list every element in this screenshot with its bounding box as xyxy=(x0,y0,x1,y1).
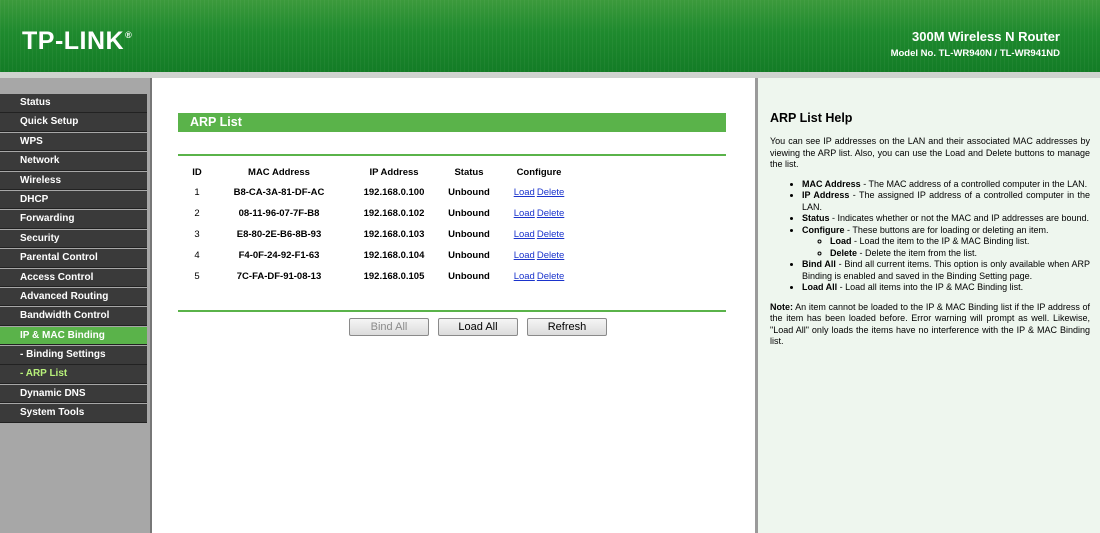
help-subitem-delete: Delete - Delete the item from the list. xyxy=(830,248,1090,260)
row-ip: 192.168.0.105 xyxy=(363,271,425,282)
column-header-status: Status xyxy=(454,166,484,178)
row-id: 2 xyxy=(194,208,200,219)
delete-link[interactable]: Delete xyxy=(537,187,564,198)
column-header-ip: IP Address xyxy=(369,166,419,178)
sidebar-item-security[interactable]: Security xyxy=(0,229,147,249)
row-configure: Load Delete xyxy=(496,224,582,245)
model-number: Model No. TL-WR940N / TL-WR941ND xyxy=(890,48,1060,59)
table-row: 3 E8-80-2E-B6-8B-93 192.168.0.103 Unboun… xyxy=(182,224,582,245)
row-configure: Load Delete xyxy=(496,245,582,266)
table-row: 5 7C-FA-DF-91-08-13 192.168.0.105 Unboun… xyxy=(182,266,582,287)
sidebar-item-wps[interactable]: WPS xyxy=(0,132,147,152)
load-link[interactable]: Load xyxy=(514,250,535,261)
row-ip: 192.168.0.100 xyxy=(363,187,425,198)
load-link[interactable]: Load xyxy=(514,187,535,198)
page-title: ARP List xyxy=(178,113,726,132)
table-row: 2 08-11-96-07-7F-B8 192.168.0.102 Unboun… xyxy=(182,203,582,224)
delete-link[interactable]: Delete xyxy=(537,271,564,282)
help-list: MAC Address - The MAC address of a contr… xyxy=(770,179,1090,294)
row-configure: Load Delete xyxy=(496,182,582,203)
load-link[interactable]: Load xyxy=(514,271,535,282)
sidebar-item-quick-setup[interactable]: Quick Setup xyxy=(0,113,147,132)
row-mac: F4-0F-24-92-F1-63 xyxy=(238,250,320,261)
header-banner: TP-LINK® 300M Wireless N Router Model No… xyxy=(0,0,1100,72)
help-note: Note: An item cannot be loaded to the IP… xyxy=(770,301,1090,347)
main-panel: ARP List ID MAC Address IP Address Statu… xyxy=(152,78,757,533)
delete-link[interactable]: Delete xyxy=(537,250,564,261)
tp-link-logo: TP-LINK® xyxy=(22,27,133,55)
row-id: 5 xyxy=(194,271,200,282)
product-name: 300M Wireless N Router xyxy=(912,29,1060,44)
help-item-ip: IP Address - The assigned IP address of … xyxy=(802,190,1090,213)
sidebar-item-dhcp[interactable]: DHCP xyxy=(0,190,147,210)
arp-table: ID MAC Address IP Address Status Configu… xyxy=(182,162,582,287)
sidebar-item-status[interactable]: Status xyxy=(0,94,147,113)
help-subitem-load: Load - Load the item to the IP & MAC Bin… xyxy=(830,236,1090,248)
sidebar-menu: Status Quick Setup WPS Network Wireless … xyxy=(0,94,147,424)
row-mac: 08-11-96-07-7F-B8 xyxy=(238,208,320,219)
column-header-configure: Configure xyxy=(516,166,562,178)
sidebar-item-wireless[interactable]: Wireless xyxy=(0,171,147,191)
table-top-rule xyxy=(178,154,726,156)
row-status: Unbound xyxy=(448,271,490,282)
delete-link[interactable]: Delete xyxy=(537,229,564,240)
column-header-mac: MAC Address xyxy=(248,166,310,178)
row-ip: 192.168.0.104 xyxy=(363,250,425,261)
row-mac: E8-80-2E-B6-8B-93 xyxy=(236,229,322,240)
row-status: Unbound xyxy=(448,229,490,240)
help-item-configure: Configure - These buttons are for loadin… xyxy=(802,225,1090,260)
column-header-id: ID xyxy=(192,166,202,178)
sidebar: Status Quick Setup WPS Network Wireless … xyxy=(0,78,152,533)
load-all-button[interactable]: Load All xyxy=(438,318,518,336)
row-ip: 192.168.0.103 xyxy=(363,229,425,240)
sidebar-item-advanced-routing[interactable]: Advanced Routing xyxy=(0,287,147,307)
help-item-bind-all: Bind All - Bind all current items. This … xyxy=(802,259,1090,282)
bind-all-button[interactable]: Bind All xyxy=(349,318,429,336)
row-id: 4 xyxy=(194,250,200,261)
row-mac: B8-CA-3A-81-DF-AC xyxy=(233,187,325,198)
row-configure: Load Delete xyxy=(496,203,582,224)
row-status: Unbound xyxy=(448,187,490,198)
help-sublist: Load - Load the item to the IP & MAC Bin… xyxy=(802,236,1090,259)
row-ip: 192.168.0.102 xyxy=(363,208,425,219)
sidebar-item-system-tools[interactable]: System Tools xyxy=(0,404,147,423)
sidebar-subitem-arp-list[interactable]: - ARP List xyxy=(0,365,147,384)
sidebar-item-bandwidth-control[interactable]: Bandwidth Control xyxy=(0,307,147,326)
table-bottom-rule xyxy=(178,310,726,312)
row-status: Unbound xyxy=(448,208,490,219)
registered-mark: ® xyxy=(125,30,133,40)
sidebar-item-parental-control[interactable]: Parental Control xyxy=(0,249,147,268)
table-header-row: ID MAC Address IP Address Status Configu… xyxy=(182,162,582,182)
delete-link[interactable]: Delete xyxy=(537,208,564,219)
load-link[interactable]: Load xyxy=(514,208,535,219)
load-link[interactable]: Load xyxy=(514,229,535,240)
help-body: You can see IP addresses on the LAN and … xyxy=(770,136,1090,348)
help-item-load-all: Load All - Load all items into the IP & … xyxy=(802,282,1090,294)
row-id: 3 xyxy=(194,229,200,240)
sidebar-item-dynamic-dns[interactable]: Dynamic DNS xyxy=(0,384,147,404)
row-status: Unbound xyxy=(448,250,490,261)
help-panel: ARP List Help You can see IP addresses o… xyxy=(757,78,1100,533)
help-title: ARP List Help xyxy=(770,111,853,125)
sidebar-item-access-control[interactable]: Access Control xyxy=(0,268,147,288)
sidebar-item-network[interactable]: Network xyxy=(0,152,147,171)
table-row: 4 F4-0F-24-92-F1-63 192.168.0.104 Unboun… xyxy=(182,245,582,266)
refresh-button[interactable]: Refresh xyxy=(527,318,607,336)
sidebar-subitem-binding-settings[interactable]: - Binding Settings xyxy=(0,346,147,365)
row-mac: 7C-FA-DF-91-08-13 xyxy=(236,271,322,282)
help-item-mac: MAC Address - The MAC address of a contr… xyxy=(802,179,1090,191)
help-intro: You can see IP addresses on the LAN and … xyxy=(770,136,1090,169)
row-id: 1 xyxy=(194,187,200,198)
sidebar-item-ip-mac-binding[interactable]: IP & MAC Binding xyxy=(0,326,147,346)
row-configure: Load Delete xyxy=(496,266,582,287)
sidebar-item-forwarding[interactable]: Forwarding xyxy=(0,210,147,229)
help-item-status: Status - Indicates whether or not the MA… xyxy=(802,213,1090,225)
table-row: 1 B8-CA-3A-81-DF-AC 192.168.0.100 Unboun… xyxy=(182,182,582,203)
